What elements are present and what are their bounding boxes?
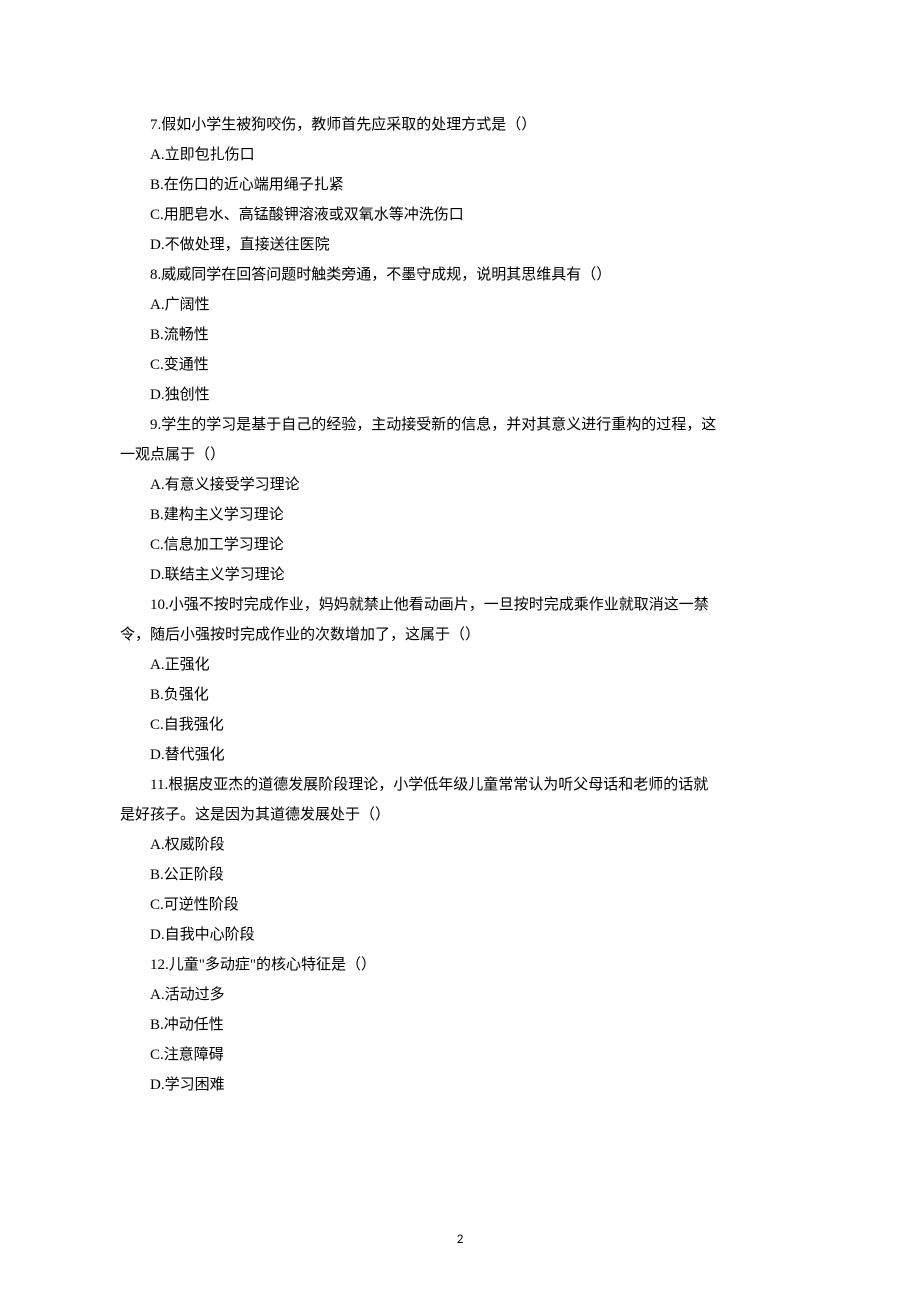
question-8-option-b: B.流畅性 (120, 320, 800, 350)
question-10-option-c: C.自我强化 (120, 710, 800, 740)
question-12-option-c: C.注意障碍 (120, 1040, 800, 1070)
question-9-text-line2: 一观点属于（） (120, 440, 800, 470)
document-content: 7.假如小学生被狗咬伤，教师首先应采取的处理方式是（） A.立即包扎伤口 B.在… (0, 0, 920, 1100)
question-11-option-a: A.权威阶段 (120, 830, 800, 860)
question-8-option-c: C.变通性 (120, 350, 800, 380)
question-11-text-line1: 11.根据皮亚杰的道德发展阶段理论，小学低年级儿童常常认为听父母话和老师的话就 (120, 770, 800, 800)
question-7-option-b: B.在伤口的近心端用绳子扎紧 (120, 170, 800, 200)
question-12-text: 12.儿童"多动症"的核心特征是（） (120, 950, 800, 980)
question-10-option-b: B.负强化 (120, 680, 800, 710)
question-11-option-b: B.公正阶段 (120, 860, 800, 890)
question-9-option-c: C.信息加工学习理论 (120, 530, 800, 560)
question-7-text: 7.假如小学生被狗咬伤，教师首先应采取的处理方式是（） (120, 110, 800, 140)
page-number: 2 (0, 1232, 920, 1247)
question-9-option-b: B.建构主义学习理论 (120, 500, 800, 530)
question-11-text-line2: 是好孩子。这是因为其道德发展处于（） (120, 800, 800, 830)
question-8-option-d: D.独创性 (120, 380, 800, 410)
question-7-option-c: C.用肥皂水、高锰酸钾溶液或双氧水等冲洗伤口 (120, 200, 800, 230)
question-10-text-line2: 令，随后小强按时完成作业的次数增加了，这属于（） (120, 620, 800, 650)
question-8-option-a: A.广阔性 (120, 290, 800, 320)
question-9-option-a: A.有意义接受学习理论 (120, 470, 800, 500)
question-10-option-d: D.替代强化 (120, 740, 800, 770)
question-8-text: 8.威威同学在回答问题时触类旁通，不墨守成规，说明其思维具有（） (120, 260, 800, 290)
question-10-option-a: A.正强化 (120, 650, 800, 680)
question-12-option-b: B.冲动任性 (120, 1010, 800, 1040)
question-7-option-d: D.不做处理，直接送往医院 (120, 230, 800, 260)
question-9-option-d: D.联结主义学习理论 (120, 560, 800, 590)
question-12-option-a: A.活动过多 (120, 980, 800, 1010)
question-12-option-d: D.学习困难 (120, 1070, 800, 1100)
question-7-option-a: A.立即包扎伤口 (120, 140, 800, 170)
question-10-text-line1: 10.小强不按时完成作业，妈妈就禁止他看动画片，一旦按时完成乘作业就取消这一禁 (120, 590, 800, 620)
question-9-text-line1: 9.学生的学习是基于自己的经验，主动接受新的信息，并对其意义进行重构的过程，这 (120, 410, 800, 440)
question-11-option-c: C.可逆性阶段 (120, 890, 800, 920)
question-11-option-d: D.自我中心阶段 (120, 920, 800, 950)
